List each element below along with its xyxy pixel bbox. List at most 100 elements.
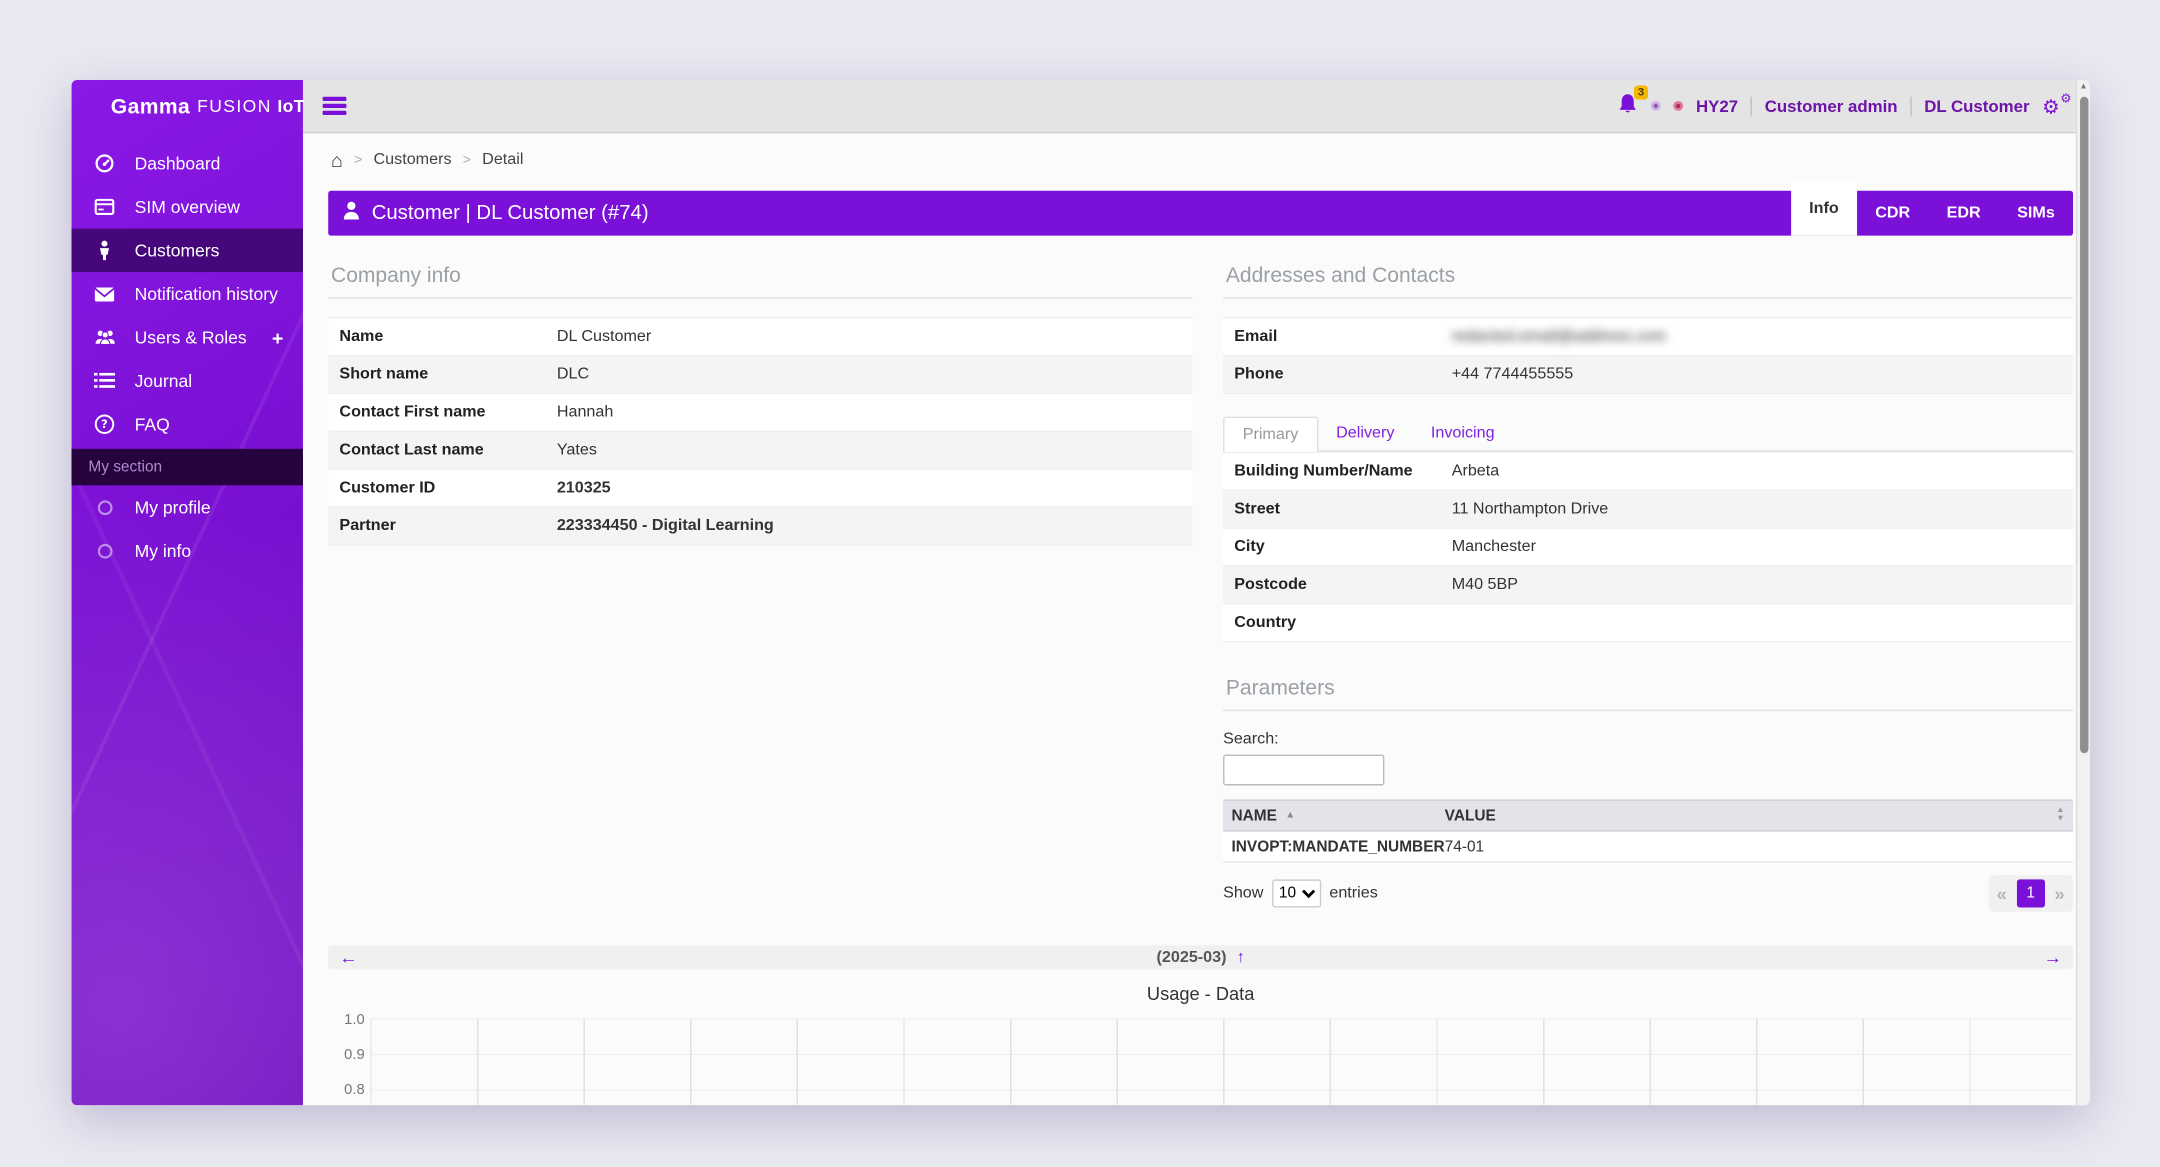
- field-label: Contact Last name: [339, 441, 484, 459]
- sidebar-item-faq[interactable]: ? FAQ: [72, 403, 303, 446]
- sim-card-icon: [93, 195, 117, 219]
- breadcrumb-detail: Detail: [482, 151, 524, 169]
- section-heading: Company info: [328, 255, 1193, 299]
- gear-icon: ⚙: [2042, 94, 2060, 118]
- sidebar-item-label: FAQ: [134, 414, 170, 435]
- journal-list-icon: [93, 369, 117, 393]
- tab-primary[interactable]: Primary: [1223, 416, 1318, 452]
- sidebar-item-sim-overview[interactable]: SIM overview: [72, 185, 303, 228]
- field-value: Arbeta: [1451, 462, 1500, 480]
- home-icon[interactable]: ⌂: [331, 149, 343, 169]
- sort-both-icon: ▲ ▼: [2056, 806, 2065, 824]
- page-header-bar: Customer | DL Customer (#74) Info CDR ED…: [328, 182, 2074, 236]
- field-label: Country: [1234, 614, 1297, 632]
- sidebar-item-dashboard[interactable]: Dashboard: [72, 142, 303, 185]
- tab-edr[interactable]: EDR: [1928, 191, 1999, 236]
- org-code-menu[interactable]: HY27: [1696, 96, 1738, 116]
- chart-body: 1.0 0.9 0.8 0.7 0.6: [328, 1011, 2074, 1106]
- entries-label: entries: [1329, 885, 1378, 902]
- month-label: (2025-03): [1156, 948, 1227, 966]
- sidebar-nav: Dashboard SIM overview Customers Notific…: [71, 142, 303, 573]
- brand-logo: Gamma FUSION IoT: [72, 80, 305, 133]
- tab-info[interactable]: Info: [1790, 182, 1857, 236]
- customer-person-icon: [93, 238, 117, 262]
- hamburger-menu-icon[interactable]: [322, 93, 347, 118]
- sidebar-item-users-roles[interactable]: Users & Roles +: [72, 316, 303, 359]
- breadcrumb-separator: >: [462, 152, 471, 168]
- gear-icon: ⚙: [2060, 90, 2072, 105]
- sidebar-item-label: Dashboard: [134, 153, 221, 174]
- page-title: Customer | DL Customer (#74): [371, 201, 649, 225]
- customer-menu[interactable]: DL Customer: [1924, 96, 2029, 116]
- sort-down-icon: ▼: [2056, 814, 2065, 823]
- customer-id-link[interactable]: 210325: [557, 480, 611, 497]
- page-size-select[interactable]: 10: [1271, 879, 1321, 908]
- scroll-up-arrow-icon[interactable]: ↑: [1237, 949, 1245, 966]
- divider: [1910, 96, 1912, 116]
- app-window: Gamma FUSION IoT Dashboard SIM overview: [71, 79, 2090, 1106]
- sidebar-section-label: My section: [71, 448, 303, 486]
- table-row: Street 11 Northampton Drive: [1223, 489, 2074, 528]
- partner-link[interactable]: 223334450 - Digital Learning: [557, 518, 774, 535]
- sidebar-item-notification-history[interactable]: Notification history: [72, 272, 303, 315]
- chart-title: Usage - Data: [1146, 983, 1255, 1005]
- table-row: Name DL Customer: [328, 316, 1193, 355]
- notifications-bell-icon[interactable]: 3: [1617, 85, 1649, 120]
- tab-invoicing[interactable]: Invoicing: [1413, 417, 1513, 451]
- breadcrumb: ⌂ > Customers > Detail: [328, 133, 2073, 169]
- settings-cogs-icon[interactable]: ⚙ ⚙: [2042, 90, 2072, 118]
- sidebar-item-journal[interactable]: Journal: [72, 359, 303, 402]
- field-value: Hannah: [556, 403, 614, 421]
- prev-page-icon[interactable]: «: [1997, 884, 2007, 902]
- sidebar-item-my-profile[interactable]: My profile: [72, 485, 303, 528]
- topbar: 3 HY27 Customer admin DL Customer ⚙ ⚙: [302, 79, 2090, 134]
- phone-link[interactable]: +44 7744455555: [1452, 366, 1574, 383]
- field-label: Customer ID: [339, 479, 436, 497]
- sidebar-item-my-info[interactable]: My info: [72, 529, 303, 572]
- column-header-name[interactable]: NAME ▲: [1223, 807, 1445, 824]
- sidebar-item-customers[interactable]: Customers: [71, 228, 303, 273]
- tab-delivery[interactable]: Delivery: [1318, 417, 1413, 451]
- pagination: « 1 »: [1988, 875, 2074, 912]
- sidebar-item-label: Users & Roles: [134, 327, 247, 348]
- next-month-arrow-icon[interactable]: →: [2044, 948, 2062, 966]
- page-content: ⌂ > Customers > Detail Customer | DL Cus…: [303, 133, 2090, 1106]
- column-header-value[interactable]: VALUE ▲ ▼: [1445, 806, 2073, 824]
- divider: [1750, 96, 1753, 116]
- tab-sims[interactable]: SIMs: [1999, 191, 2073, 236]
- prev-month-arrow-icon[interactable]: ←: [339, 948, 357, 966]
- dashboard-icon: [93, 151, 117, 175]
- field-label: Short name: [339, 366, 429, 383]
- table-row: City Manchester: [1223, 527, 2074, 566]
- vertical-scrollbar[interactable]: ▲: [2075, 79, 2090, 1106]
- usage-data-chart: Usage - Data 1.0 0.9 0.8 0.7 0.6 (kB): [328, 983, 2074, 1106]
- scrollbar-up-icon[interactable]: ▲: [2079, 83, 2087, 91]
- expand-plus-icon[interactable]: +: [272, 326, 283, 348]
- email-value-redacted[interactable]: redacted.email@address.com: [1452, 328, 1667, 345]
- company-info-table: Name DL Customer Short name DLC Contact …: [328, 316, 1193, 546]
- breadcrumb-customers[interactable]: Customers: [374, 151, 452, 168]
- table-row: Phone +44 7744455555: [1223, 354, 2074, 393]
- table-row: Contact First name Hannah: [328, 392, 1193, 431]
- main-area: 3 HY27 Customer admin DL Customer ⚙ ⚙ ⌂ …: [302, 79, 2090, 1106]
- search-input[interactable]: [1223, 754, 1385, 786]
- table-row: Short name DLC: [328, 354, 1193, 393]
- role-menu[interactable]: Customer admin: [1765, 96, 1898, 116]
- field-label: Email: [1234, 328, 1278, 346]
- sidebar-item-label: Notification history: [134, 284, 278, 304]
- field-label: Building Number/Name: [1234, 462, 1413, 480]
- envelope-icon: [93, 282, 117, 306]
- scrollbar-thumb[interactable]: [2079, 96, 2088, 754]
- field-value: M40 5BP: [1451, 576, 1519, 594]
- current-page-button[interactable]: 1: [2016, 879, 2045, 908]
- contacts-table: Email redacted.email@address.com Phone +…: [1223, 316, 2074, 395]
- sidebar: Gamma FUSION IoT Dashboard SIM overview: [71, 79, 305, 1106]
- field-value: Manchester: [1451, 538, 1536, 556]
- breadcrumb-separator: >: [354, 152, 363, 168]
- y-tick: 0.8: [344, 1081, 365, 1099]
- tab-cdr[interactable]: CDR: [1857, 191, 1928, 236]
- field-label: Phone: [1234, 366, 1284, 383]
- next-page-icon[interactable]: »: [2054, 884, 2064, 902]
- field-label: Street: [1234, 500, 1281, 518]
- table-row: Partner 223334450 - Digital Learning: [328, 506, 1193, 545]
